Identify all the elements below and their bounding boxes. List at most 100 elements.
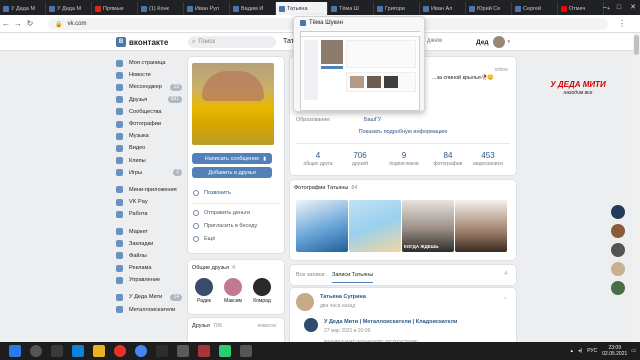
more-link[interactable]: Ещё [193, 236, 215, 242]
friend-item[interactable]: Комрад [251, 278, 273, 304]
browser-tab[interactable]: Иван Ал [420, 2, 466, 15]
edge-icon[interactable] [72, 345, 84, 357]
page-scrollbar[interactable] [633, 33, 640, 342]
forward-icon[interactable]: → [12, 19, 24, 28]
stat-common-friends[interactable]: 4 общих друга [296, 151, 340, 167]
close-icon[interactable]: ✕ [626, 0, 640, 15]
avatar[interactable] [611, 281, 625, 295]
browser-tab[interactable]: (1) Конк [138, 2, 184, 15]
sidebar-item-group[interactable]: Металлоискатели [116, 304, 184, 316]
browser-tab[interactable]: Сергей [512, 2, 558, 15]
avatar[interactable] [611, 224, 625, 238]
photo-thumbnail[interactable] [296, 200, 348, 252]
sidebar-item-files[interactable]: Файлы [116, 250, 184, 262]
group-ad-logo[interactable]: У ДЕДА МИТИ находим все [548, 80, 608, 102]
browser-tab[interactable]: Вадим И [230, 2, 276, 15]
sidebar-item-friends[interactable]: Друзья 391 [116, 94, 184, 106]
sidebar-item-news[interactable]: Новости [116, 69, 184, 81]
trash-icon[interactable]: ▮ [263, 156, 266, 162]
browser-tab[interactable]: У Деда М [46, 2, 92, 15]
avatar[interactable] [611, 243, 625, 257]
tab-user-posts[interactable]: Записи Татьяны [332, 272, 374, 283]
post-author[interactable]: Татьяна Сугрина [320, 294, 366, 300]
browser-tab[interactable]: У Деда М [0, 2, 46, 15]
sidebar-item-music[interactable]: Музыка [116, 130, 184, 142]
sidebar-item-vk-pay[interactable]: VK Pay [116, 196, 184, 208]
yandex-browser-icon[interactable] [114, 345, 126, 357]
folder-icon[interactable] [93, 345, 105, 357]
common-friends-title[interactable]: Общие друзья 4 [192, 265, 235, 271]
reload-icon[interactable]: ↻ [24, 19, 36, 28]
tab-all-posts[interactable]: Все записи [296, 272, 324, 278]
maximize-icon[interactable]: □ [612, 0, 626, 15]
avatar[interactable] [304, 318, 318, 332]
photo-thumbnail[interactable] [455, 200, 507, 252]
app-icon[interactable] [177, 345, 189, 357]
post-time[interactable]: два часа назад [320, 303, 355, 309]
photo-thumbnail[interactable] [349, 200, 401, 252]
search-icon[interactable] [30, 345, 42, 357]
chevron-down-icon[interactable]: ⌄ [503, 294, 508, 301]
photos-title[interactable]: Фотографии Татьяны 84 [294, 185, 358, 191]
back-icon[interactable]: ← [0, 19, 12, 28]
clock[interactable]: 23:09 02.05.2021 [602, 345, 627, 357]
app-icon[interactable] [240, 345, 252, 357]
avatar[interactable] [611, 205, 625, 219]
send-message-button[interactable]: Написать сообщение ▮ [192, 153, 272, 164]
browser-tab[interactable]: Юрий Се [466, 2, 512, 15]
sidebar-item-market[interactable]: Маркет [116, 225, 184, 237]
friends-title[interactable]: Друзья 706 [192, 323, 222, 329]
minimize-icon[interactable]: – [598, 0, 612, 15]
sidebar-item-mini-apps[interactable]: Мини-приложения [116, 184, 184, 196]
notifications-icon[interactable]: ▭ [631, 348, 636, 354]
sidebar-item-messenger[interactable]: Мессенджер 13 [116, 81, 184, 93]
app-icon[interactable] [156, 345, 168, 357]
sidebar-item-management[interactable]: Управление [116, 274, 184, 286]
profile-photo[interactable] [192, 63, 274, 145]
browser-tab[interactable]: Иван Рул [184, 2, 230, 15]
sidebar-item-clips[interactable]: Клипы [116, 155, 184, 167]
network-icon[interactable]: ▴ [571, 348, 574, 354]
avatar[interactable] [296, 293, 314, 311]
search-input[interactable]: ⌕ Поиск [188, 36, 276, 48]
repost-date[interactable]: 27 мар 2021 в 20:09 [324, 328, 370, 334]
browser-tab[interactable]: Григори [374, 2, 420, 15]
add-friend-button[interactable]: Добавить в друзья [192, 167, 272, 178]
language-indicator[interactable]: РУС [587, 348, 597, 354]
call-link[interactable]: Позвонить [193, 190, 231, 196]
sidebar-item-my-page[interactable]: Моя страница [116, 57, 184, 69]
invite-link[interactable]: Пригласить в беседу [193, 223, 257, 229]
send-money-link[interactable]: Отправить деньги [193, 210, 250, 216]
stat-followers[interactable]: 9 подписчиков [382, 151, 426, 167]
sidebar-item-bookmarks[interactable]: Закладки [116, 238, 184, 250]
avatar[interactable] [611, 262, 625, 276]
vk-logo[interactable]: B вконтакте [116, 37, 168, 47]
sidebar-item-ads[interactable]: Реклама [116, 262, 184, 274]
sidebar-item-work[interactable]: Работа [116, 208, 184, 220]
menu-dots-icon[interactable]: ⋮ [618, 19, 626, 28]
sidebar-item-photos[interactable]: Фотографии [116, 118, 184, 130]
sidebar-item-video[interactable]: Видео [116, 142, 184, 154]
browser-tab-active[interactable]: Татьяна [276, 2, 328, 15]
user-menu[interactable]: Дед ▾ [476, 36, 510, 48]
search-icon[interactable]: ⌕ [504, 270, 508, 278]
sidebar-item-games[interactable]: Игры 2 [116, 167, 184, 179]
app-icon[interactable] [219, 345, 231, 357]
photo-thumbnail[interactable]: КОГДА ЖДЕШЬ [402, 200, 454, 252]
friends-news-link[interactable]: новости [257, 323, 276, 329]
repost-author[interactable]: У Деда Мити | Металлоискатели | Кладоиск… [324, 319, 457, 325]
task-view-icon[interactable] [51, 345, 63, 357]
sidebar-item-communities[interactable]: Сообщества [116, 106, 184, 118]
friend-item[interactable]: Максим [222, 278, 244, 304]
sidebar-item-group[interactable]: У Деда Мити 14 [116, 291, 184, 303]
education-value[interactable]: БашГУ [364, 117, 381, 123]
stat-friends[interactable]: 706 друзей [338, 151, 382, 167]
stat-videos[interactable]: 453 видеозаписи [466, 151, 510, 167]
browser-tab[interactable]: Прямые [92, 2, 138, 15]
stat-photos[interactable]: 84 фотографии [426, 151, 470, 167]
app-icon[interactable] [198, 345, 210, 357]
windows-start-icon[interactable] [9, 345, 21, 357]
volume-icon[interactable]: ◂) [578, 348, 582, 354]
show-more-info-link[interactable]: Показать подробную информацию [290, 129, 516, 135]
friend-item[interactable]: Радик [193, 278, 215, 304]
